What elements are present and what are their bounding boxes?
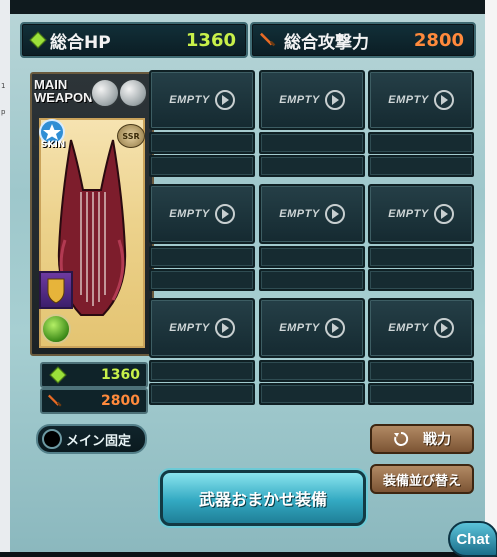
weapon-slot-2[interactable]: EMPTY xyxy=(259,70,365,130)
slot-bar xyxy=(368,269,474,291)
slot-bar xyxy=(149,383,255,405)
rarity-badge: SSR xyxy=(117,124,145,148)
main-weapon-title: MAIN WEAPON xyxy=(34,77,93,105)
weapon-slot-5[interactable]: EMPTY xyxy=(259,184,365,244)
sword-icon xyxy=(48,394,62,407)
skin-label: SKIN xyxy=(41,140,66,150)
main-weapon-card[interactable]: MAIN WEAPON SKIN SSR xyxy=(30,72,154,356)
wind-element-icon xyxy=(41,314,71,344)
slot-bar xyxy=(368,155,474,177)
play-icon xyxy=(433,318,454,338)
total-hp-value: 1360 xyxy=(185,29,236,51)
slot-bar xyxy=(149,246,255,268)
weapon-slot-6[interactable]: EMPTY xyxy=(368,184,474,244)
hp-diamond-icon xyxy=(49,366,67,384)
empty-label: EMPTY xyxy=(169,322,210,334)
weapon-slot-7[interactable]: EMPTY xyxy=(149,298,255,358)
weapon-slot-3[interactable]: EMPTY xyxy=(368,70,474,130)
weapon-slot-9[interactable]: EMPTY xyxy=(368,298,474,358)
total-atk-label: 総合攻撃力 xyxy=(284,32,369,53)
play-icon xyxy=(214,318,235,338)
weapon-slot-8[interactable]: EMPTY xyxy=(259,298,365,358)
strip-tick: 1 xyxy=(1,82,6,90)
slot-bar xyxy=(259,132,365,154)
play-icon xyxy=(214,90,235,110)
play-icon xyxy=(324,90,345,110)
slot-bar xyxy=(259,269,365,291)
weapon-hp-row: 1360 xyxy=(40,362,148,388)
chat-label: Chat xyxy=(456,530,490,548)
harp-weapon-image xyxy=(57,139,127,316)
weapon-atk-value: 2800 xyxy=(101,393,140,409)
sword-icon xyxy=(260,32,276,47)
main-lock-label: メイン固定 xyxy=(66,433,132,449)
weapon-slot-4[interactable]: EMPTY xyxy=(149,184,255,244)
hammer-icon[interactable] xyxy=(90,78,120,108)
wrench-icon[interactable] xyxy=(118,78,148,108)
slot-bar xyxy=(368,246,474,268)
weapon-atk-row: 2800 xyxy=(40,388,148,414)
play-icon xyxy=(214,204,235,224)
top-bar xyxy=(10,0,485,14)
slot-bar xyxy=(368,360,474,382)
weapon-hp-value: 1360 xyxy=(101,367,140,383)
slot-bar xyxy=(149,155,255,177)
empty-label: EMPTY xyxy=(169,208,210,220)
total-atk-box: 総合攻撃力 2800 xyxy=(250,22,476,58)
play-icon xyxy=(433,90,454,110)
strip-tick: p xyxy=(1,108,6,116)
empty-label: EMPTY xyxy=(279,208,320,220)
slot-bar xyxy=(259,383,365,405)
sort-equipment-button[interactable]: 装備並び替え xyxy=(370,464,474,494)
hp-diamond-icon xyxy=(29,31,47,49)
toggle-knob-icon xyxy=(42,429,62,449)
play-icon xyxy=(324,204,345,224)
slot-bar xyxy=(259,360,365,382)
total-hp-label: 総合HP xyxy=(50,32,111,53)
total-atk-value: 2800 xyxy=(413,29,464,51)
empty-label: EMPTY xyxy=(388,208,429,220)
auto-equip-label: 武器おまかせ装備 xyxy=(198,490,327,509)
play-icon xyxy=(324,318,345,338)
slot-bar xyxy=(368,383,474,405)
slot-bar xyxy=(149,269,255,291)
sort-label: 装備並び替え xyxy=(382,473,461,489)
main-lock-toggle[interactable]: メイン固定 xyxy=(36,424,147,454)
slot-bar xyxy=(259,246,365,268)
play-icon xyxy=(433,204,454,224)
power-label: 戦力 xyxy=(423,432,451,448)
refresh-icon xyxy=(394,431,409,446)
empty-label: EMPTY xyxy=(279,94,320,106)
auto-equip-button[interactable]: 武器おまかせ装備 xyxy=(160,470,366,526)
slot-bar xyxy=(149,132,255,154)
power-button[interactable]: 戦力 xyxy=(370,424,474,454)
empty-label: EMPTY xyxy=(388,322,429,334)
total-hp-box: 総合HP 1360 xyxy=(20,22,248,58)
empty-label: EMPTY xyxy=(388,94,429,106)
weapon-slot-1[interactable]: EMPTY xyxy=(149,70,255,130)
element-shield-icon xyxy=(39,271,73,309)
weapon-grid-panel: 総合HP 1360 総合攻撃力 2800 MAIN WEAPON SKIN SS… xyxy=(10,0,497,557)
empty-label: EMPTY xyxy=(169,94,210,106)
slot-bar xyxy=(368,132,474,154)
slot-bar xyxy=(149,360,255,382)
empty-label: EMPTY xyxy=(279,322,320,334)
browser-right-strip xyxy=(484,0,497,552)
slot-bar xyxy=(259,155,365,177)
